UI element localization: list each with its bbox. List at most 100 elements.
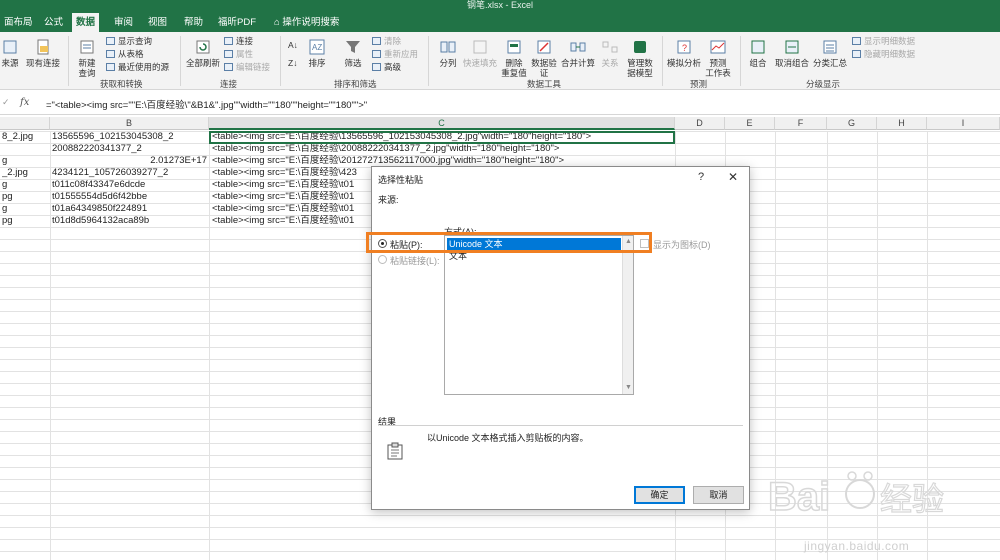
- column-header-f[interactable]: F: [775, 117, 827, 130]
- consolidate-button[interactable]: 合并计算: [560, 38, 596, 68]
- manage-data-model-button[interactable]: 管理数 据模型: [624, 38, 656, 78]
- cell-b5[interactable]: t011c08f43347e6dcde: [52, 179, 207, 191]
- link-icon: [224, 63, 233, 71]
- forecast-sheet-button[interactable]: 预测 工作表: [704, 38, 732, 78]
- filter-button[interactable]: 筛选: [340, 38, 366, 68]
- recent-sources-button[interactable]: 最近使用的源: [106, 62, 169, 73]
- relationships-button[interactable]: 关系: [598, 38, 622, 68]
- column-header-c[interactable]: C: [209, 117, 675, 130]
- sort-button[interactable]: AZ 排序: [304, 38, 330, 68]
- hide-detail-button[interactable]: 隐藏明细数据: [852, 49, 915, 60]
- column-header-h[interactable]: H: [877, 117, 927, 130]
- connections-button[interactable]: 连接: [224, 36, 253, 47]
- ok-button[interactable]: 确定: [634, 486, 685, 504]
- existing-connections-button[interactable]: 现有连接: [24, 38, 62, 68]
- show-queries-button[interactable]: 显示查询: [106, 36, 152, 47]
- cell-a1[interactable]: 8_2.jpg: [2, 131, 49, 143]
- remove-duplicates-button[interactable]: 删除 重复值: [500, 38, 528, 78]
- cell-b2[interactable]: 200882220341377_2: [52, 143, 207, 155]
- formula-cancel-icon[interactable]: ✓: [2, 97, 10, 108]
- group-button[interactable]: 组合: [744, 38, 772, 68]
- cell-c7[interactable]: <table><img src="E:\百度经验\t01: [212, 203, 370, 215]
- show-detail-button[interactable]: 显示明细数据: [852, 36, 915, 47]
- group-separator: [740, 36, 741, 86]
- tab-review[interactable]: 审阅: [110, 13, 137, 32]
- sort-za-icon[interactable]: Z↓: [288, 58, 297, 69]
- reapply-button[interactable]: 重新应用: [372, 49, 418, 60]
- from-source-button[interactable]: 来源: [0, 38, 20, 68]
- column-header-b[interactable]: B: [50, 117, 209, 130]
- tab-formulas[interactable]: 公式: [40, 13, 67, 32]
- cell-c8[interactable]: <table><img src="E:\百度经验\t01: [212, 215, 370, 227]
- paste-link-radio[interactable]: [378, 255, 387, 264]
- data-validation-icon: [537, 40, 551, 54]
- existing-connections-icon: [37, 39, 49, 55]
- edit-links-button[interactable]: 编辑链接: [224, 62, 270, 73]
- properties-icon: [224, 50, 233, 58]
- subtotal-button[interactable]: 分类汇总: [812, 38, 848, 68]
- cell-a8[interactable]: pg: [2, 215, 49, 227]
- cell-b3[interactable]: 2.01273E+17: [52, 155, 207, 167]
- cell-a6[interactable]: pg: [2, 191, 49, 203]
- remove-duplicates-icon: [507, 40, 521, 54]
- group-icon: [751, 40, 765, 54]
- column-header-i[interactable]: I: [927, 117, 1000, 130]
- reapply-icon: [372, 50, 381, 58]
- cell-a4[interactable]: _2.jpg: [2, 167, 49, 179]
- cell-b6[interactable]: t01555554d5d6f42bbe: [52, 191, 207, 203]
- column-header-a[interactable]: [0, 117, 50, 130]
- text-to-columns-icon: [440, 41, 456, 53]
- paste-as-listbox[interactable]: Unicode 文本 文本 ▲ ▼: [444, 235, 634, 395]
- group-label-data-tools: 数据工具: [527, 79, 562, 89]
- svg-text:AZ: AZ: [312, 43, 322, 52]
- new-query-button[interactable]: 新建 查询: [72, 38, 102, 78]
- data-model-icon: [634, 41, 646, 53]
- cell-b4[interactable]: 4234121_105726039277_2: [52, 167, 207, 179]
- cell-c5[interactable]: <table><img src="E:\百度经验\t01: [212, 179, 370, 191]
- ungroup-button[interactable]: 取消组合: [774, 38, 810, 68]
- column-header-d[interactable]: D: [675, 117, 725, 130]
- formula-input[interactable]: ="<table><img src=""E:\百度经验\"&B1&".jpg""…: [46, 97, 367, 111]
- clear-filter-button[interactable]: 清除: [372, 36, 401, 47]
- cell-a5[interactable]: g: [2, 179, 49, 191]
- flash-fill-button[interactable]: 快速填充: [462, 38, 498, 68]
- scroll-down-icon[interactable]: ▼: [625, 384, 632, 391]
- column-header-e[interactable]: E: [725, 117, 775, 130]
- cancel-button[interactable]: 取消: [693, 486, 744, 504]
- what-if-analysis-button[interactable]: ? 模拟分析: [666, 38, 702, 68]
- from-table-button[interactable]: 从表格: [106, 49, 144, 60]
- close-icon[interactable]: ✕: [728, 170, 738, 184]
- cell-c6[interactable]: <table><img src="E:\百度经验\t01: [212, 191, 370, 203]
- cell-a3[interactable]: g: [2, 155, 49, 167]
- group-separator: [662, 36, 663, 86]
- sort-az-icon[interactable]: A↓: [288, 40, 298, 51]
- text-to-columns-button[interactable]: 分列: [434, 38, 462, 68]
- properties-button[interactable]: 属性: [224, 49, 253, 60]
- cell-a7[interactable]: g: [2, 203, 49, 215]
- tab-data[interactable]: 数据: [72, 13, 100, 32]
- clipboard-icon: [387, 442, 403, 460]
- cell-b8[interactable]: t01d8d5964132aca89b: [52, 215, 207, 227]
- data-validation-button[interactable]: 数据验 证: [530, 38, 558, 78]
- help-button[interactable]: ?: [698, 171, 704, 183]
- listbox-scrollbar[interactable]: ▲ ▼: [622, 236, 633, 394]
- cell-c4[interactable]: <table><img src="E:\百度经验\423: [212, 167, 370, 179]
- sort-icon: AZ: [309, 39, 325, 55]
- tab-help[interactable]: 帮助: [180, 13, 207, 32]
- cell-a2[interactable]: [2, 143, 49, 155]
- paste-link-radio-label[interactable]: 粘贴链接(L):: [390, 254, 440, 267]
- tab-page-layout[interactable]: 面布局: [0, 13, 37, 32]
- advanced-filter-button[interactable]: 高级: [372, 62, 401, 73]
- column-header-g[interactable]: G: [827, 117, 877, 130]
- cell-b7[interactable]: t01a64349850f224891: [52, 203, 207, 215]
- tell-me-search[interactable]: ⌂ 操作说明搜索: [270, 13, 343, 32]
- cell-b1[interactable]: 13565596_102153045308_2: [52, 131, 207, 143]
- svg-text:?: ?: [682, 43, 687, 53]
- cell-c2[interactable]: <table><img src="E:\百度经验\200882220341377…: [212, 143, 672, 155]
- refresh-all-button[interactable]: 全部刷新: [184, 38, 222, 68]
- display-as-icon-label[interactable]: 显示为图标(D): [653, 238, 711, 251]
- grid-line: [209, 131, 210, 560]
- tab-view[interactable]: 视图: [144, 13, 171, 32]
- insert-function-button[interactable]: fx: [20, 97, 29, 108]
- tab-foxit-pdf[interactable]: 福昕PDF: [214, 13, 260, 32]
